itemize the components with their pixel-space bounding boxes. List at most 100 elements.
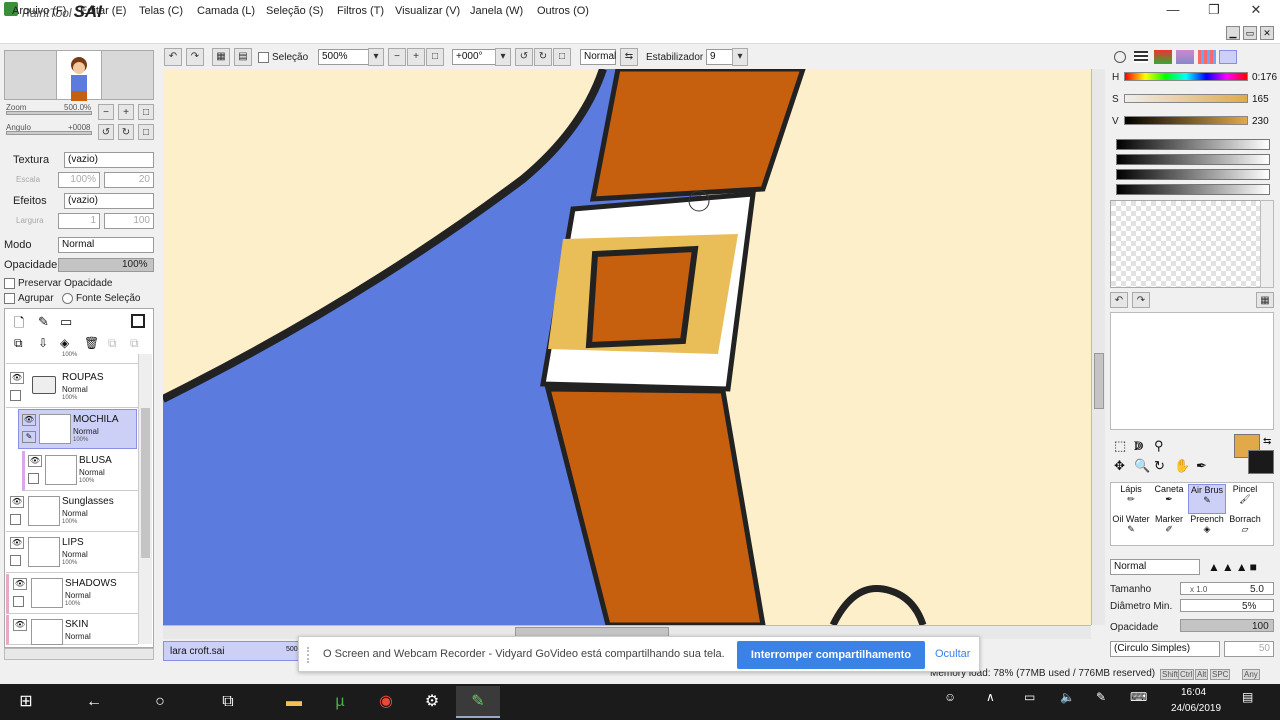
nav-rotate-reset-icon[interactable]: □ [138,124,154,140]
gray-slider[interactable] [1116,154,1270,165]
delete-layer-icon[interactable]: 🗑 [84,336,99,350]
effects-select[interactable]: (vazio) [64,193,154,209]
copy-layer-icon[interactable]: ⧉ [14,336,23,351]
nav-zoom-in-icon[interactable]: + [118,104,134,120]
drawing-canvas[interactable] [163,69,1091,625]
magic-wand-icon[interactable]: ⚲ [1154,438,1164,454]
eyedropper-icon[interactable]: ✒ [1196,458,1207,474]
zoom-in-icon[interactable]: + [407,48,425,66]
deselect-icon[interactable]: ▦ [212,48,230,66]
nav-zoom-out-icon[interactable]: − [98,104,114,120]
scratchpad-icon[interactable] [1219,50,1237,64]
scratch-clear-icon[interactable]: ▦ [1256,292,1274,308]
scratchpad[interactable] [1110,312,1274,430]
tool-brush[interactable]: Pincel 🖌 [1226,484,1264,514]
tray-chevron-icon[interactable]: ∧ [986,690,995,704]
nav-angle-slider[interactable] [6,131,92,135]
visibility-eye-icon[interactable]: 👁 [10,496,24,508]
layer-lock-checkbox[interactable] [10,514,21,525]
mask-icon[interactable] [131,314,145,328]
battery-icon[interactable]: ▭ [1024,690,1035,704]
file-explorer-icon[interactable]: ▬ [272,686,316,718]
visibility-eye-icon[interactable]: 👁 [28,455,42,467]
clock-date[interactable]: 24/06/2019 [1171,703,1221,714]
minimize-button[interactable]: — [1162,2,1184,18]
menu-arquivo[interactable]: Arquivo (F) [12,5,66,17]
tool-pen[interactable]: Caneta ✒ [1150,484,1188,514]
undo-icon[interactable]: ↶ [164,48,182,66]
vscroll-thumb[interactable] [1094,353,1104,409]
tool-airbrush[interactable]: Air Brus ✎ [1188,484,1226,514]
zoom-dropdown-icon[interactable]: ▾ [368,48,384,66]
menu-camada[interactable]: Camada (L) [197,5,255,17]
layer-row[interactable]: 👁 SHADOWS Normal 100% [6,574,138,614]
texture-select[interactable]: (vazio) [64,152,154,168]
layer-row-partial[interactable]: 100% [6,352,138,364]
swatch-scrollbar[interactable] [1260,200,1274,288]
effects-strength-field[interactable]: 100 [104,213,154,229]
keyboard-icon[interactable]: ⌨ [1130,690,1147,704]
tool-marker[interactable]: Marker ✐ [1150,514,1188,544]
layer-row[interactable]: 👁 BLUSA Normal 100% [22,451,138,491]
zoom-icon[interactable]: 🔍 [1134,458,1150,474]
menu-selecao[interactable]: Seleção (S) [266,5,323,17]
flip-icon[interactable]: ⇆ [620,48,638,66]
selection-checkbox[interactable] [258,52,269,63]
new-folder-icon[interactable]: ▭ [60,314,72,330]
layer-lock-checkbox[interactable] [10,555,21,566]
back-icon[interactable]: ← [72,686,116,718]
volume-icon[interactable]: 🔈 [1060,690,1075,704]
secondary-color-swatch[interactable] [1248,450,1274,474]
layer-row[interactable]: 👁 LIPS Normal 100% [6,533,138,573]
chrome-icon[interactable]: ◉ [364,686,408,718]
people-icon[interactable]: ☺ [944,690,956,704]
rotate-icon[interactable]: ↻ [1154,458,1165,474]
mdi-restore-button[interactable]: ▭ [1243,26,1257,40]
pen-workspace-icon[interactable]: ✎ [1096,690,1106,704]
color-swatches[interactable] [1110,200,1274,288]
visibility-eye-icon[interactable]: 👁 [13,578,27,590]
rotation-select[interactable]: +000° [452,49,498,65]
layer-row[interactable]: 👁 SKIN Normal [6,615,138,645]
file-tab[interactable]: lara croft.sai 500 [163,641,303,661]
utorrent-icon[interactable]: µ [318,686,362,718]
group-checkbox[interactable] [4,293,15,304]
effects-width-field[interactable]: 1 [58,213,100,229]
tool-oil-water[interactable]: Oil Water ✎ [1112,514,1150,544]
invert-selection-icon[interactable]: ▤ [234,48,252,66]
redo-icon[interactable]: ↷ [186,48,204,66]
color-mixer-icon[interactable] [1176,50,1194,64]
saturation-slider[interactable] [1124,94,1248,103]
clock-time[interactable]: 16:04 [1181,687,1206,698]
preserve-opacity-checkbox[interactable] [4,278,15,289]
mdi-minimize-button[interactable]: ▁ [1226,26,1240,40]
hsv-slider-icon[interactable] [1154,50,1172,64]
task-view-icon[interactable]: ⧉ [206,686,250,718]
canvas-vscroll[interactable] [1091,69,1105,625]
hand-icon[interactable]: ✋ [1174,458,1190,474]
merge-down-icon[interactable]: ⇩ [38,336,48,350]
nav-zoom-reset-icon[interactable]: □ [138,104,154,120]
rotate-left-icon[interactable]: ↺ [515,48,533,66]
texture-scale-field[interactable]: 100% [58,172,100,188]
layer-row[interactable]: 👁 ROUPAS Normal 100% [6,368,138,408]
source-selection-radio[interactable] [62,293,73,304]
notifications-icon[interactable]: ▤ [1242,690,1253,704]
tool-fill[interactable]: Preench ◈ [1188,514,1226,544]
rotate-right-icon[interactable]: ↻ [534,48,552,66]
layer-row[interactable]: 👁 Sunglasses Normal 100% [6,492,138,532]
scratch-redo-icon[interactable]: ↷ [1132,292,1150,308]
layer-lock-checkbox[interactable] [28,473,39,484]
visibility-eye-icon[interactable]: 👁 [13,619,27,631]
zoom-out-icon[interactable]: − [388,48,406,66]
close-button[interactable]: ✕ [1245,2,1267,18]
layer-lock-checkbox[interactable] [10,390,21,401]
rotation-dropdown-icon[interactable]: ▾ [495,48,511,66]
brush-shape-select[interactable]: (Circulo Simples) [1110,641,1220,657]
hide-link[interactable]: Ocultar [935,648,970,660]
new-linework-layer-icon[interactable]: ✎ [38,314,49,330]
swatches-icon[interactable] [1198,50,1216,64]
windows-start-icon[interactable]: ⊞ [4,686,48,718]
move-icon[interactable]: ✥ [1114,458,1125,474]
layer-lock-checkbox[interactable] [13,596,24,607]
